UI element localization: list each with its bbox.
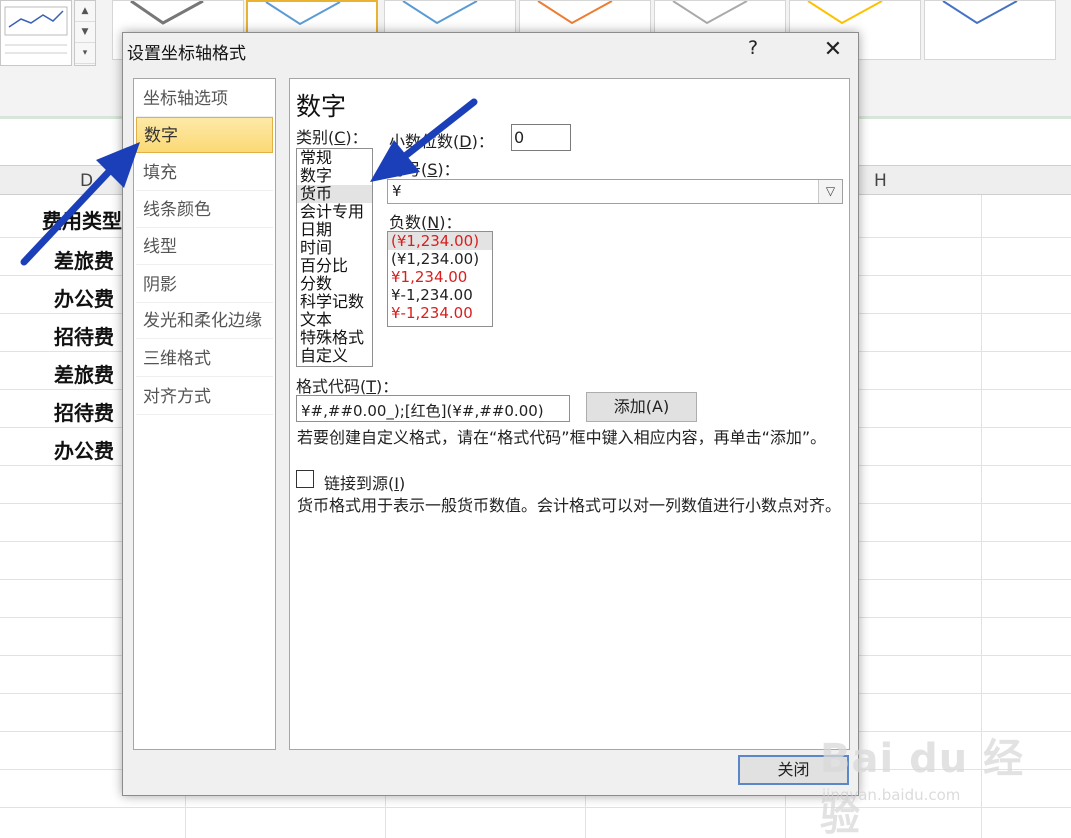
screen: ▲ ▼ ▾ D H 费用类型 差旅费 办公费 招待费 差旅费 招待费 办公费 设…	[0, 0, 1071, 838]
watermark-logo: Bai du 经验	[820, 736, 1025, 838]
arrow-icon	[370, 98, 478, 182]
annotation-arrows	[20, 98, 478, 266]
watermark-url: jingyan.baidu.com	[822, 786, 961, 804]
arrow-icon	[20, 142, 140, 266]
baidu-watermark: Bai du 经验 jingyan.baidu.com	[820, 720, 1060, 838]
